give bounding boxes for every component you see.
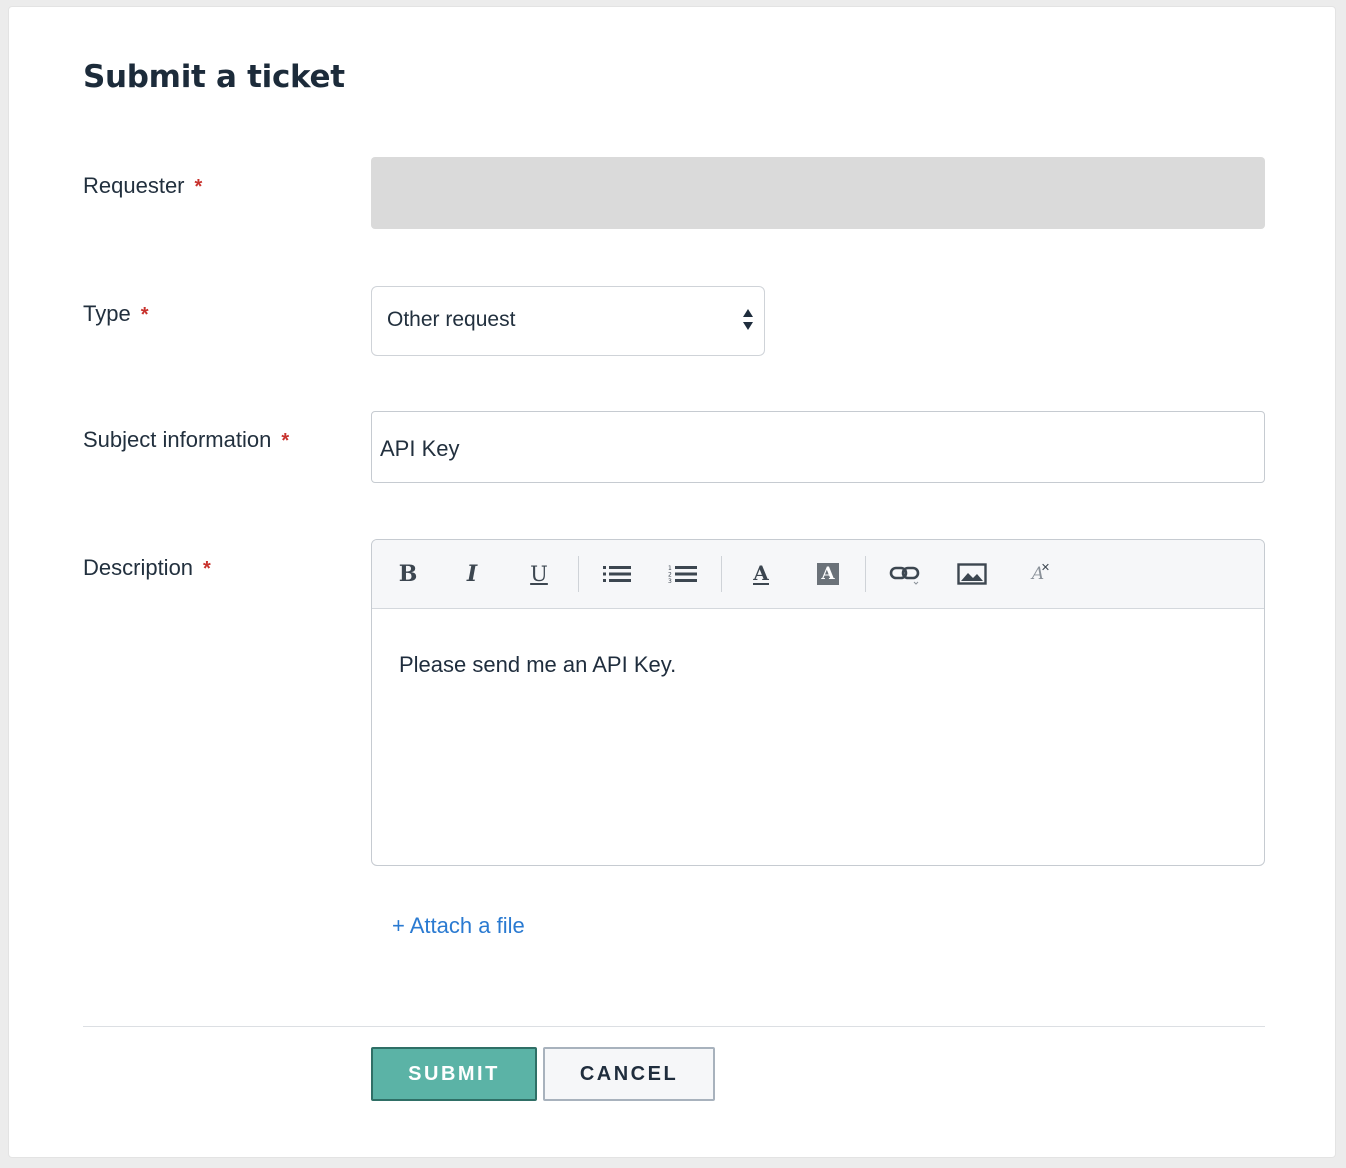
- toolbar-separator: [865, 556, 866, 592]
- required-marker: *: [194, 176, 203, 198]
- type-select-value: Other request: [387, 308, 516, 331]
- required-marker: *: [140, 304, 149, 326]
- type-label: Type *: [83, 301, 149, 327]
- toolbar-separator: [721, 556, 722, 592]
- cancel-button[interactable]: CANCEL: [543, 1047, 715, 1101]
- clear-formatting-icon: A ✕: [1032, 561, 1050, 584]
- subject-label-text: Subject information: [83, 427, 272, 452]
- svg-text:3: 3: [668, 578, 672, 583]
- description-label-text: Description: [83, 555, 194, 580]
- requester-label: Requester *: [83, 173, 202, 199]
- numbered-list-icon: 1 2 3: [668, 565, 697, 583]
- ticket-form-card: Submit a ticket Requester * Type * Other r…: [8, 6, 1336, 1158]
- description-body[interactable]: Please send me an API Key.: [399, 652, 676, 678]
- clear-x-icon: ✕: [1040, 561, 1051, 574]
- required-marker: *: [203, 558, 211, 580]
- bold-icon: B: [398, 561, 418, 587]
- underline-button[interactable]: U: [519, 554, 559, 594]
- requester-input[interactable]: [371, 157, 1265, 229]
- subject-label: Subject information *: [83, 427, 289, 453]
- text-color-icon: A: [753, 561, 769, 585]
- required-marker: *: [281, 430, 290, 452]
- italic-button[interactable]: I: [452, 554, 492, 594]
- editor-toolbar: B I U 1 2 3 A A A ✕: [372, 540, 1264, 609]
- subject-input[interactable]: API Key: [371, 411, 1265, 483]
- type-label-text: Type: [83, 301, 131, 326]
- submit-button[interactable]: SUBMIT: [371, 1047, 537, 1101]
- form-divider: [83, 1026, 1265, 1027]
- numbered-list-button[interactable]: 1 2 3: [663, 554, 703, 594]
- image-button[interactable]: [952, 554, 992, 594]
- underline-icon: U: [530, 562, 548, 586]
- image-icon: [957, 563, 987, 585]
- background-color-button[interactable]: A: [808, 554, 848, 594]
- clear-formatting-button[interactable]: A ✕: [1018, 554, 1058, 594]
- select-arrows-icon: [743, 309, 753, 330]
- description-label: Description *: [83, 555, 211, 581]
- toolbar-separator: [578, 556, 579, 592]
- type-select[interactable]: Other request: [371, 286, 765, 356]
- bulleted-list-icon: [603, 566, 631, 582]
- description-editor: B I U 1 2 3 A A A ✕ Please send me an AP…: [371, 539, 1265, 866]
- bulleted-list-button[interactable]: [597, 554, 637, 594]
- link-icon: [889, 566, 920, 585]
- requester-label-text: Requester: [83, 173, 185, 198]
- page-title: Submit a ticket: [83, 59, 345, 95]
- italic-icon: I: [466, 561, 478, 587]
- link-button[interactable]: [885, 554, 925, 594]
- background-color-icon: A: [817, 563, 839, 585]
- subject-input-value: API Key: [380, 436, 460, 461]
- attach-file-link[interactable]: + Attach a file: [392, 913, 525, 939]
- text-color-button[interactable]: A: [741, 554, 781, 594]
- bold-button[interactable]: B: [388, 554, 428, 594]
